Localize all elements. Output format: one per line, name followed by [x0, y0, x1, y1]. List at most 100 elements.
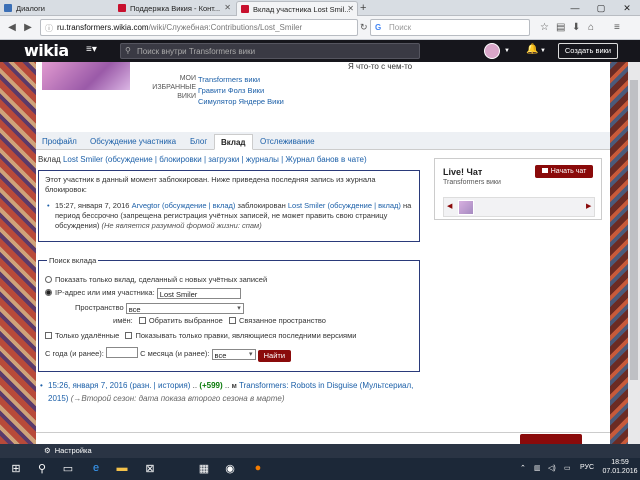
settings-notification[interactable]: ⚙ Настройка — [44, 446, 92, 455]
keyboard-icon[interactable]: ▭ — [564, 464, 571, 472]
latest-only-checkbox[interactable] — [125, 332, 133, 339]
browser-search-input[interactable]: G Поиск — [370, 19, 530, 36]
bookmark-star-icon[interactable]: ☆ — [540, 22, 549, 33]
clock[interactable]: 18:59 07.01.2016 — [602, 458, 638, 476]
profile-bio: Я что-то с чем-то — [348, 62, 413, 71]
store-icon[interactable]: ⊠ — [140, 462, 160, 475]
carousel-left-icon[interactable]: ◀ — [447, 202, 452, 210]
contrib-prefix: Вклад — [38, 155, 61, 164]
section-link[interactable]: (→Второй сезон: — [71, 394, 137, 403]
close-tab-icon[interactable]: ✕ — [224, 3, 231, 12]
latest-only-label: Показывать только правки, являющиеся пос… — [135, 331, 357, 340]
notifications-bell-icon[interactable]: 🔔 — [526, 44, 538, 55]
search-icon[interactable]: ⚲ — [32, 462, 52, 475]
contribution-list-item: 15:26, января 7, 2016 (разн. | история) … — [38, 380, 422, 405]
downloads-icon[interactable]: ⬇ — [572, 22, 580, 33]
admin-tool-links[interactable]: (обсуждение | вклад) — [162, 201, 235, 210]
namespace-select[interactable]: все — [125, 303, 244, 314]
favorite-wiki-link[interactable]: Гравити Фолз Вики — [198, 85, 284, 96]
invert-checkbox[interactable] — [138, 317, 146, 324]
browser-nav-bar: ◀ ▶ ⓘ ru.transformers.wikia.com/wiki/Слу… — [0, 16, 640, 40]
start-windows-icon[interactable]: ⊞ — [6, 462, 26, 475]
chat-user-avatar[interactable] — [458, 200, 474, 215]
wikia-global-nav: wikia ≡▾ ⚲ Поиск внутри Transformers вик… — [0, 40, 640, 62]
ip-user-radio[interactable] — [45, 289, 52, 296]
favorite-wiki-link[interactable]: Симулятор Яндере Вики — [198, 96, 284, 107]
minor-edit-marker: м — [231, 383, 237, 390]
browser-tab-contributions[interactable]: Вклад участника Lost Smil... ✕ — [236, 1, 358, 16]
profile-header: МОИ ИЗБРАННЫЕ ВИКИ Transformers вики Гра… — [36, 62, 610, 134]
calculator-icon[interactable]: ▦ — [194, 462, 214, 475]
contrib-date-link[interactable]: 15:26, января 7, 2016 — [48, 381, 127, 390]
create-wiki-button[interactable]: Создать вики — [558, 43, 618, 59]
blocked-user-link[interactable]: Lost Smiler — [288, 201, 326, 210]
hubs-menu-icon[interactable]: ≡▾ — [86, 44, 97, 55]
deleted-only-checkbox[interactable] — [45, 332, 52, 339]
user-tool-links[interactable]: (обсуждение | блокировки | загрузки | жу… — [105, 155, 366, 164]
page-scrollbar[interactable] — [628, 62, 640, 444]
tab-contributions[interactable]: Вклад — [214, 134, 253, 150]
carousel-right-icon[interactable]: ▶ — [586, 202, 591, 210]
tab-blog[interactable]: Блог — [184, 134, 213, 150]
reload-icon[interactable]: ↻ — [360, 22, 368, 33]
new-accounts-option[interactable]: Показать только вклад, сделанный с новых… — [45, 275, 267, 284]
wikia-favicon-icon — [241, 5, 249, 13]
year-input[interactable] — [105, 347, 138, 358]
block-action: заблокирован — [237, 201, 286, 210]
ip-user-option[interactable]: IP-адрес или имя участника: Lost Smiler — [45, 288, 241, 299]
page-info-icon[interactable]: ⓘ — [45, 23, 53, 34]
volume-icon[interactable]: ◁) — [548, 464, 556, 472]
tab-following[interactable]: Отслеживание — [254, 134, 321, 150]
search-submit-button[interactable]: Найти — [257, 350, 292, 362]
associated-checkbox[interactable] — [228, 317, 236, 324]
gear-icon: ⚙ — [44, 446, 51, 455]
tab-talk[interactable]: Обсуждение участника — [84, 134, 182, 150]
browser-tab-support[interactable]: Поддержка Викия - Конт... ✕ — [114, 1, 234, 16]
maximize-button[interactable]: ▢ — [588, 0, 614, 16]
browser-tab-dialogs[interactable]: Диалоги — [0, 1, 110, 16]
clock-date: 07.01.2016 — [602, 468, 638, 475]
windows-taskbar: ⚙ Настройка ⊞ ⚲ ▭ e ▬ ⊠ ▦ ◉ ● ⌃ ▥ ◁) ▭ РУ… — [0, 444, 640, 480]
footer-button[interactable] — [520, 434, 582, 444]
contributions-search-form: Поиск вклада Показать только вклад, сдел… — [38, 256, 420, 372]
file-explorer-icon[interactable]: ▬ — [112, 462, 132, 474]
app-icon[interactable]: ◉ — [220, 462, 240, 475]
contributions-heading: Вклад Lost Smiler (обсуждение | блокиров… — [38, 155, 367, 164]
start-chat-button[interactable]: Начать чат — [535, 165, 593, 178]
language-indicator[interactable]: РУС — [580, 464, 594, 471]
address-bar[interactable]: ⓘ ru.transformers.wikia.com/wiki/Служебн… — [40, 19, 358, 36]
chevron-down-icon[interactable]: ▼ — [540, 48, 546, 54]
new-tab-button[interactable]: + — [360, 2, 366, 14]
network-icon[interactable]: ▥ — [534, 464, 541, 472]
scrollbar-thumb[interactable] — [630, 80, 638, 380]
user-link[interactable]: Lost Smiler — [63, 155, 103, 164]
wikia-search-input[interactable]: ⚲ Поиск внутри Transformers вики — [120, 43, 420, 59]
month-select[interactable]: все — [211, 349, 256, 360]
favorite-wiki-link[interactable]: Transformers вики — [198, 74, 284, 85]
forward-button[interactable]: ▶ — [20, 20, 36, 36]
wikia-logo[interactable]: wikia — [24, 41, 69, 60]
task-view-icon[interactable]: ▭ — [58, 462, 78, 475]
back-button[interactable]: ◀ — [4, 20, 20, 36]
chevron-down-icon[interactable]: ▼ — [504, 48, 510, 54]
minimize-button[interactable]: — — [562, 0, 588, 16]
menu-icon[interactable]: ≡ — [614, 22, 620, 33]
date-row: С года (и ранее): С месяца (и ранее): вс… — [45, 347, 292, 362]
admin-link[interactable]: Arvegtor — [132, 201, 160, 210]
tab-profile[interactable]: Профайл — [36, 134, 83, 150]
bookmarks-list-icon[interactable]: ▤ — [556, 22, 565, 33]
dialogs-favicon-icon — [4, 4, 12, 12]
filters-row: Только удалённые Показывать только правк… — [45, 331, 356, 340]
home-icon[interactable]: ⌂ — [588, 22, 594, 33]
user-input[interactable]: Lost Smiler — [156, 288, 241, 299]
firefox-icon[interactable]: ● — [248, 462, 268, 474]
blocked-user-tool-links[interactable]: (обсуждение | вклад) — [327, 201, 400, 210]
new-accounts-radio[interactable] — [45, 276, 52, 283]
diff-history-links[interactable]: (разн. | история) — [130, 381, 191, 390]
search-form-legend: Поиск вклада — [47, 256, 99, 265]
close-window-button[interactable]: ✕ — [614, 0, 640, 16]
edge-browser-icon[interactable]: e — [86, 462, 106, 474]
close-tab-icon[interactable]: ✕ — [347, 4, 354, 13]
user-avatar[interactable] — [484, 43, 500, 59]
tray-up-icon[interactable]: ⌃ — [520, 464, 526, 472]
